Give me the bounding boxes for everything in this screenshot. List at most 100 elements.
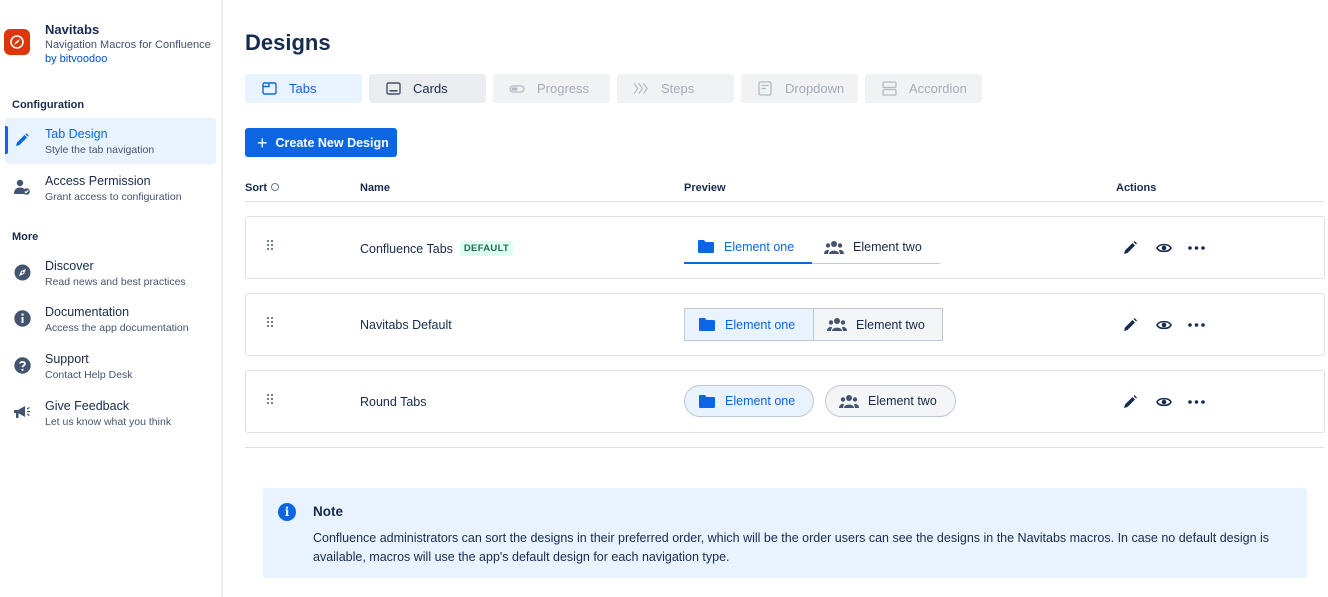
sidebar-item-desc: Grant access to configuration: [45, 191, 182, 203]
preview-eye-icon[interactable]: [1155, 393, 1172, 410]
preview-eye-icon[interactable]: [1155, 239, 1172, 256]
tab-label: Dropdown: [785, 81, 845, 96]
column-header-actions: Actions: [1116, 182, 1157, 194]
preview-element-one: Element one: [684, 231, 812, 264]
preview-element-label: Element two: [856, 317, 925, 332]
column-header-preview: Preview: [684, 182, 726, 194]
app-subtitle: Navigation Macros for Confluence: [45, 39, 211, 51]
drag-handle-icon[interactable]: [266, 393, 274, 405]
user-check-icon: [13, 178, 31, 196]
users-icon: [824, 240, 844, 254]
preview-eye-icon[interactable]: [1155, 316, 1172, 333]
edit-pencil-icon[interactable]: [1122, 316, 1139, 333]
configuration-section-label: Configuration: [12, 99, 85, 111]
more-options-icon[interactable]: [1188, 239, 1205, 256]
table-row-confluence-tabs: Confluence Tabs DEFAULT Element one Elem…: [245, 216, 1325, 279]
users-icon: [839, 394, 859, 408]
sidebar-item-documentation[interactable]: Documentation Access the app documentati…: [5, 296, 216, 342]
row-actions: [1122, 239, 1205, 256]
folder-icon: [699, 318, 715, 331]
tab-label: Cards: [413, 81, 448, 96]
users-icon: [827, 318, 847, 331]
question-icon: [13, 356, 31, 374]
info-icon: i: [278, 503, 296, 521]
preview-element-two: Element two: [813, 308, 943, 341]
folder-icon: [698, 240, 714, 253]
tab-tabs[interactable]: Tabs: [245, 74, 362, 103]
tab-cards[interactable]: Cards: [369, 74, 486, 103]
design-name: Navitabs Default: [360, 318, 452, 332]
folder-icon: [699, 394, 715, 408]
row-actions: [1122, 393, 1205, 410]
column-header-sort[interactable]: Sort: [245, 182, 279, 194]
app-vendor-link[interactable]: by bitvoodoo: [45, 53, 107, 65]
default-badge: DEFAULT: [459, 241, 514, 256]
design-name-text: Confluence Tabs: [360, 241, 453, 256]
tab-progress[interactable]: Progress: [493, 74, 610, 103]
app-header: Navitabs Navigation Macros for Confluenc…: [0, 22, 223, 72]
sidebar: Navitabs Navigation Macros for Confluenc…: [0, 0, 223, 597]
preview-element-one: Element one: [684, 308, 813, 341]
accordion-icon: [881, 81, 897, 96]
preview-element-two: Element two: [825, 385, 956, 417]
design-name: Round Tabs: [360, 395, 427, 409]
sidebar-item-desc: Read news and best practices: [45, 276, 186, 288]
preview-element-label: Element one: [724, 239, 795, 254]
page-title: Designs: [245, 30, 331, 55]
column-header-name: Name: [360, 182, 390, 194]
note-panel: i Note Confluence administrators can sor…: [263, 488, 1307, 578]
sidebar-item-desc: Contact Help Desk: [45, 369, 133, 381]
table-row-round-tabs: Round Tabs Element one Element two: [245, 370, 1325, 433]
more-options-icon[interactable]: [1188, 393, 1205, 410]
plus-icon: +: [257, 132, 268, 153]
preview-element-label: Element two: [853, 240, 922, 254]
design-name-text: Navitabs Default: [360, 318, 452, 332]
sidebar-item-desc: Access the app documentation: [45, 322, 189, 334]
edit-pencil-icon[interactable]: [1122, 393, 1139, 410]
table-bottom-divider: [245, 447, 1324, 448]
sidebar-item-support[interactable]: Support Contact Help Desk: [5, 343, 216, 389]
tab-accordion[interactable]: Accordion: [865, 74, 982, 103]
sidebar-item-title: Discover: [45, 259, 94, 273]
sidebar-item-desc: Style the tab navigation: [45, 144, 155, 156]
more-section-label: More: [12, 231, 39, 243]
dropdown-icon: [757, 81, 773, 96]
preview-element-two: Element two: [812, 231, 940, 264]
cards-icon: [385, 82, 401, 96]
preview-element-one: Element one: [684, 385, 814, 417]
sidebar-item-title: Give Feedback: [45, 399, 130, 413]
drag-handle-icon[interactable]: [266, 316, 274, 328]
create-new-design-label: Create New Design: [275, 135, 389, 150]
drag-handle-icon[interactable]: [266, 239, 274, 251]
tab-label: Accordion: [909, 81, 967, 96]
table-row-navitabs-default: Navitabs Default Element one Element two: [245, 293, 1325, 356]
tab-steps[interactable]: Steps: [617, 74, 734, 103]
preview-element-label: Element two: [868, 394, 937, 408]
app-name: Navitabs: [45, 22, 100, 37]
sidebar-item-tab-design[interactable]: Tab Design Style the tab navigation: [5, 118, 216, 164]
tab-label: Progress: [537, 81, 590, 96]
preview-element-label: Element one: [725, 317, 796, 332]
progress-icon: [509, 82, 525, 96]
sort-info-icon[interactable]: [271, 183, 279, 191]
sidebar-item-title: Support: [45, 352, 89, 366]
megaphone-icon: [13, 403, 31, 421]
tab-label: Tabs: [289, 81, 317, 96]
tabs-icon: [261, 82, 277, 96]
pencil-icon: [13, 131, 31, 149]
sidebar-item-title: Access Permission: [45, 174, 151, 188]
sidebar-item-desc: Let us know what you think: [45, 416, 172, 428]
table-header-divider: [245, 201, 1324, 202]
preview-element-label: Element one: [725, 394, 796, 408]
tab-dropdown[interactable]: Dropdown: [741, 74, 858, 103]
sidebar-item-discover[interactable]: Discover Read news and best practices: [5, 250, 216, 296]
sidebar-item-access-permission[interactable]: Access Permission Grant access to config…: [5, 165, 216, 211]
create-new-design-button[interactable]: + Create New Design: [245, 128, 397, 157]
more-options-icon[interactable]: [1188, 316, 1205, 333]
sidebar-item-title: Tab Design: [45, 127, 108, 141]
sidebar-item-give-feedback[interactable]: Give Feedback Let us know what you think: [5, 390, 216, 436]
compass-icon: [13, 263, 31, 281]
edit-pencil-icon[interactable]: [1122, 239, 1139, 256]
design-type-tabs: Tabs Cards Progress Steps Dropdown Accor…: [245, 74, 982, 103]
row-actions: [1122, 316, 1205, 333]
